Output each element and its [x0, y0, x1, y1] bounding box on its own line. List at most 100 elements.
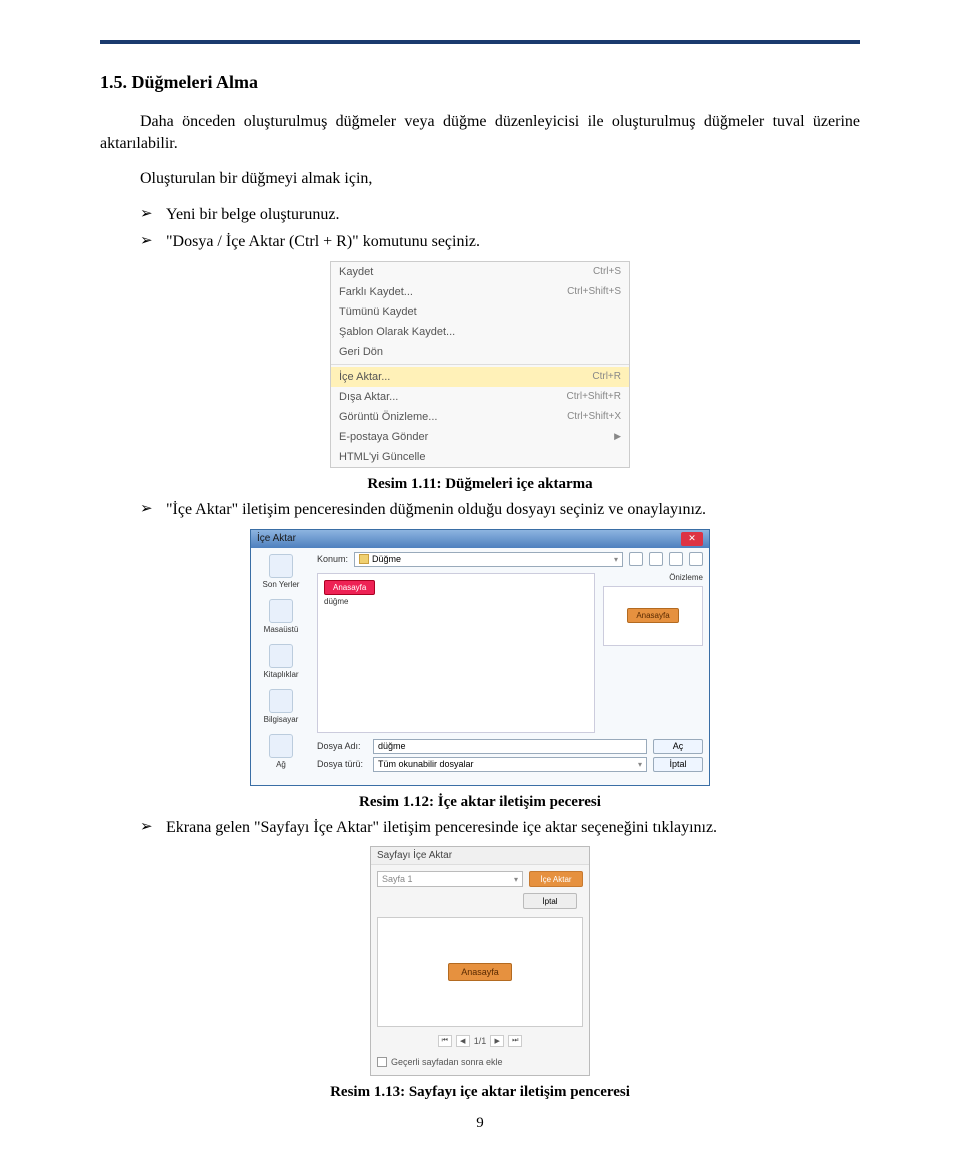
preview-label: Önizleme	[603, 573, 703, 582]
place-icon	[269, 554, 293, 578]
preview-badge: Anasayfa	[448, 963, 512, 981]
chevron-down-icon: ▾	[638, 760, 642, 769]
last-page-button[interactable]: ⏭	[508, 1035, 522, 1047]
file-name: düğme	[324, 597, 588, 606]
place-label: Ağ	[276, 760, 286, 769]
places-sidebar: Son Yerler Masaüstü Kitaplıklar Bilgisayar A…	[251, 548, 311, 779]
figure-page-import: Sayfayı İçe Aktar Sayfa 1 ▾ İçe Aktar İp…	[100, 846, 860, 1076]
place-icon	[269, 689, 293, 713]
location-value: Düğme	[372, 554, 401, 564]
checkbox-label: Geçerli sayfadan sonra ekle	[391, 1057, 503, 1067]
filename-input[interactable]: düğme	[373, 739, 647, 754]
menu-item-label: İçe Aktar...	[339, 371, 592, 383]
menu-item[interactable]: Görüntü Önizleme...Ctrl+Shift+X	[331, 407, 629, 427]
nav-back-button[interactable]	[629, 552, 643, 566]
menu-separator	[331, 364, 629, 365]
menu-item[interactable]: Geri Dön	[331, 342, 629, 362]
import-button[interactable]: İçe Aktar	[529, 871, 583, 887]
place-label: Son Yerler	[263, 580, 300, 589]
menu-item-label: Dışa Aktar...	[339, 391, 567, 403]
dialog-title: İçe Aktar	[257, 533, 681, 544]
insert-after-checkbox[interactable]	[377, 1057, 387, 1067]
menu-item[interactable]: Tümünü Kaydet	[331, 302, 629, 322]
nav-up-button[interactable]	[649, 552, 663, 566]
preview-badge: Anasayfa	[627, 608, 678, 623]
view-button[interactable]	[669, 552, 683, 566]
place-icon	[269, 599, 293, 623]
bullet: ➢ Ekrana gelen "Sayfayı İçe Aktar" ileti…	[140, 817, 860, 839]
menu-item-label: Geri Dön	[339, 346, 621, 358]
menu-item[interactable]: HTML'yi Güncelle	[331, 447, 629, 467]
menu-item-label: Kaydet	[339, 266, 593, 278]
header-rule	[100, 40, 860, 44]
cancel-button[interactable]: İptal	[523, 893, 577, 909]
place-item[interactable]: Kitaplıklar	[261, 644, 301, 679]
place-item[interactable]: Son Yerler	[261, 554, 301, 589]
place-label: Masaüstü	[264, 625, 299, 634]
chevron-down-icon: ▾	[614, 555, 618, 564]
file-menu: KaydetCtrl+SFarklı Kaydet...Ctrl+Shift+S…	[330, 261, 630, 468]
file-list[interactable]: Anasayfa düğme	[317, 573, 595, 733]
menu-item-label: Şablon Olarak Kaydet...	[339, 326, 621, 338]
folder-icon	[359, 554, 369, 564]
page-import-dialog: Sayfayı İçe Aktar Sayfa 1 ▾ İçe Aktar İp…	[370, 846, 590, 1076]
menu-item[interactable]: Şablon Olarak Kaydet...	[331, 322, 629, 342]
view-list-button[interactable]	[689, 552, 703, 566]
menu-item-label: HTML'yi Güncelle	[339, 451, 621, 463]
preview-box: Anasayfa	[603, 586, 703, 646]
bullet-arrow-icon: ➢	[140, 817, 166, 839]
first-page-button[interactable]: ⏮	[438, 1035, 452, 1047]
location-combo[interactable]: Düğme ▾	[354, 552, 623, 567]
filetype-label: Dosya türü:	[317, 759, 367, 769]
place-item[interactable]: Masaüstü	[261, 599, 301, 634]
place-item[interactable]: Bilgisayar	[261, 689, 301, 724]
pager-text: 1/1	[474, 1036, 487, 1046]
menu-item-label: Farklı Kaydet...	[339, 286, 567, 298]
place-label: Kitaplıklar	[263, 670, 298, 679]
menu-item-label: Tümünü Kaydet	[339, 306, 621, 318]
menu-item[interactable]: Dışa Aktar...Ctrl+Shift+R	[331, 387, 629, 407]
bullet-arrow-icon: ➢	[140, 499, 166, 521]
preview-pane: Önizleme Anasayfa	[603, 573, 703, 733]
menu-shortcut: Ctrl+R	[592, 371, 621, 382]
preview-box: Anasayfa	[377, 917, 583, 1027]
menu-item[interactable]: İçe Aktar...Ctrl+R	[331, 367, 629, 387]
figure-open-dialog: İçe Aktar ✕ Son Yerler Masaüstü Kitaplıkla…	[100, 529, 860, 786]
bullet: ➢ "İçe Aktar" iletişim penceresinden düğ…	[140, 499, 860, 521]
paragraph: Oluşturulan bir düğmeyi almak için,	[100, 168, 860, 190]
place-item[interactable]: Ağ	[261, 734, 301, 769]
location-label: Konum:	[317, 554, 348, 564]
chevron-right-icon: ▶	[614, 431, 621, 442]
menu-shortcut: Ctrl+Shift+R	[567, 391, 621, 402]
filetype-combo[interactable]: Tüm okunabilir dosyalar ▾	[373, 757, 647, 772]
page-select-value: Sayfa 1	[382, 874, 413, 884]
bullet-arrow-icon: ➢	[140, 231, 166, 253]
cancel-button[interactable]: İptal	[653, 757, 703, 772]
menu-item-label: E-postaya Gönder	[339, 431, 610, 443]
filetype-value: Tüm okunabilir dosyalar	[378, 759, 474, 769]
menu-item[interactable]: Farklı Kaydet...Ctrl+Shift+S	[331, 282, 629, 302]
bullet: ➢ "Dosya / İçe Aktar (Ctrl + R)" komutun…	[140, 231, 860, 253]
dialog-title: Sayfayı İçe Aktar	[371, 847, 589, 865]
menu-shortcut: Ctrl+S	[593, 266, 621, 277]
menu-item[interactable]: E-postaya Gönder ▶	[331, 427, 629, 447]
next-page-button[interactable]: ▶	[490, 1035, 504, 1047]
bullet-text: "Dosya / İçe Aktar (Ctrl + R)" komutunu …	[166, 231, 860, 253]
pager: ⏮ ◀ 1/1 ▶ ⏭	[371, 1031, 589, 1055]
open-button[interactable]: Aç	[653, 739, 703, 754]
bullet-text: "İçe Aktar" iletişim penceresinden düğme…	[166, 499, 860, 521]
menu-shortcut: Ctrl+Shift+X	[567, 411, 621, 422]
bullet-text: Yeni bir belge oluşturunuz.	[166, 204, 860, 226]
figure-caption: Resim 1.11: Düğmeleri içe aktarma	[100, 476, 860, 493]
page-select[interactable]: Sayfa 1 ▾	[377, 871, 523, 887]
prev-page-button[interactable]: ◀	[456, 1035, 470, 1047]
file-thumb[interactable]: Anasayfa	[324, 580, 375, 595]
chevron-down-icon: ▾	[514, 875, 518, 884]
paragraph: Daha önceden oluşturulmuş düğmeler veya …	[100, 111, 860, 154]
filename-label: Dosya Adı:	[317, 741, 367, 751]
menu-item-label: Görüntü Önizleme...	[339, 411, 567, 423]
place-icon	[269, 644, 293, 668]
menu-item[interactable]: KaydetCtrl+S	[331, 262, 629, 282]
close-icon[interactable]: ✕	[681, 532, 703, 546]
bullet-arrow-icon: ➢	[140, 204, 166, 226]
